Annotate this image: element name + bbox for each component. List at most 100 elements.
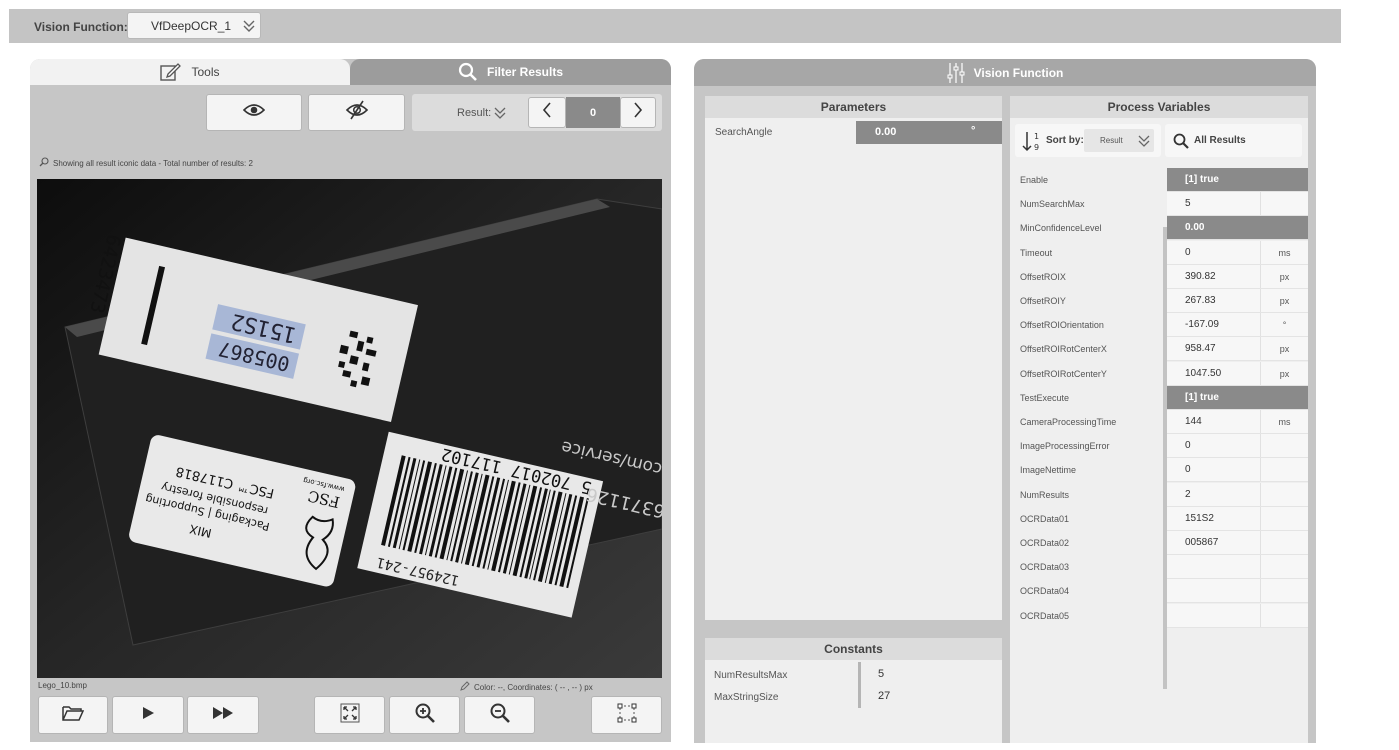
pv-unit <box>1260 531 1308 554</box>
process-variables-title: Process Variables <box>1010 96 1308 118</box>
pv-value-cell[interactable]: 144 ms <box>1167 410 1308 434</box>
pv-value: 390.82 <box>1185 270 1216 282</box>
pv-value: 0.00 <box>1185 222 1205 234</box>
vision-function-title: Vision Function <box>973 65 1064 80</box>
pv-value-cell[interactable]: 1047.50 px <box>1167 361 1308 386</box>
pv-value-cell[interactable] <box>1167 555 1308 580</box>
pv-name: Timeout <box>1020 247 1053 258</box>
hide-iconic-button[interactable] <box>308 94 405 131</box>
pv-value-cell[interactable]: -167.09 ° <box>1167 313 1308 338</box>
fast-forward-icon <box>212 706 234 725</box>
pv-value-cell[interactable]: 267.83 px <box>1167 289 1308 313</box>
vision-function-value: VfDeepOCR_1 <box>151 18 232 33</box>
result-index: 0 <box>566 97 620 128</box>
process-variable-row: OCRData02 005867 <box>1010 531 1308 555</box>
pv-unit: ° <box>1260 313 1308 337</box>
pv-value-cell[interactable]: 0 <box>1167 434 1308 459</box>
pv-name: ImageNettime <box>1020 465 1077 476</box>
sliders-icon <box>947 62 965 84</box>
pv-value: 5 <box>1185 198 1191 210</box>
pencil-icon <box>460 681 470 693</box>
pv-value-cell[interactable]: 390.82 px <box>1167 264 1308 289</box>
double-chevron-down-icon[interactable] <box>494 106 506 124</box>
show-iconic-button[interactable] <box>206 94 302 131</box>
pv-unit <box>1260 482 1308 506</box>
process-variables-panel: Process Variables 19 Sort by: Result All… <box>1010 96 1308 743</box>
pv-unit: px <box>1260 337 1308 361</box>
pv-value-cell[interactable] <box>1167 579 1308 604</box>
search-icon <box>39 157 49 169</box>
pv-name: OCRData04 <box>1020 586 1070 597</box>
all-results-filter[interactable]: All Results <box>1165 124 1302 157</box>
vision-function-select[interactable]: VfDeepOCR_1 <box>127 12 261 39</box>
pv-name: NumSearchMax <box>1020 199 1085 210</box>
pv-unit <box>1260 579 1308 603</box>
pv-name: OCRData01 <box>1020 513 1070 524</box>
fit-to-window-button[interactable] <box>314 696 385 734</box>
pv-value-cell[interactable]: 958.47 px <box>1167 337 1308 362</box>
zoom-out-icon <box>490 703 510 728</box>
pv-unit <box>1260 434 1308 458</box>
tab-tools[interactable]: Tools <box>30 59 350 85</box>
result-navigator: Result: 0 <box>412 94 662 131</box>
constants-title: Constants <box>705 638 1002 660</box>
pv-value-cell[interactable]: 005867 <box>1167 531 1308 555</box>
pv-name: OCRData03 <box>1020 562 1070 573</box>
chevron-right-icon <box>633 102 643 123</box>
pv-value-cell[interactable]: [1] true <box>1167 168 1308 192</box>
param-value-field[interactable]: 0.00 ° <box>856 121 1002 144</box>
pv-name: OffsetROIY <box>1020 296 1066 306</box>
chevron-left-icon <box>542 102 552 123</box>
sort-by-select[interactable]: Result <box>1084 129 1154 152</box>
vision-function-label: Vision Function: <box>34 20 128 34</box>
roi-selection-icon <box>617 703 637 728</box>
process-variable-row: MinConfidenceLevel 0.00 <box>1010 216 1308 241</box>
pv-value-cell[interactable]: 0.00 <box>1167 216 1308 241</box>
pixel-info: Color: --, Coordinates: ( -- , -- ) px <box>460 681 593 693</box>
tab-filter-results[interactable]: Filter Results <box>350 59 671 85</box>
roi-select-button[interactable] <box>591 696 662 734</box>
pv-value-cell[interactable]: 5 <box>1167 192 1308 217</box>
play-button[interactable] <box>112 696 184 734</box>
previous-result-button[interactable] <box>528 97 566 128</box>
fit-screen-icon <box>340 703 360 728</box>
all-results-label: All Results <box>1194 135 1246 146</box>
open-image-button[interactable] <box>38 696 108 734</box>
constant-name: MaxStringSize <box>714 692 779 703</box>
process-variable-row: OffsetROIY 267.83 px <box>1010 289 1308 313</box>
camera-image: 5 702017 117102 124957-241 MIX Packaging… <box>37 179 662 678</box>
pv-unit <box>1260 603 1308 627</box>
pv-value-cell[interactable]: 0 ms <box>1167 240 1308 265</box>
pv-value-cell[interactable]: 151S2 <box>1167 506 1308 531</box>
process-variable-row: CameraProcessingTime 144 ms <box>1010 410 1308 434</box>
pv-unit <box>1260 458 1308 482</box>
pv-value-cell[interactable]: [1] true <box>1167 385 1308 410</box>
zoom-in-button[interactable] <box>389 696 460 734</box>
pv-value: -167.09 <box>1185 319 1219 331</box>
pv-value-cell[interactable]: 0 <box>1167 458 1308 483</box>
pv-unit <box>1260 192 1308 216</box>
image-file-name: Lego_10.bmp <box>38 681 87 690</box>
pv-name: NumResults <box>1020 489 1070 500</box>
process-variable-row: ImageNettime 0 <box>1010 458 1308 483</box>
pv-name: TestExecute <box>1020 392 1070 403</box>
pv-unit: px <box>1260 289 1308 312</box>
process-variable-row: OCRData01 151S2 <box>1010 506 1308 531</box>
left-panel: Tools Filter Results Result: 0 Showing a… <box>30 59 671 742</box>
next-result-button[interactable] <box>620 97 656 128</box>
sort-numeric-icon: 19 <box>1021 130 1043 157</box>
fast-forward-button[interactable] <box>187 696 259 734</box>
image-view[interactable]: 5 702017 117102 124957-241 MIX Packaging… <box>37 179 662 678</box>
pv-name: Enable <box>1020 175 1049 185</box>
results-info-text: Showing all result iconic data - Total n… <box>53 158 253 168</box>
pv-value-cell[interactable] <box>1167 603 1308 628</box>
pv-name: ImageProcessingError <box>1020 441 1110 452</box>
vision-function-header: Vision Function <box>694 59 1316 86</box>
param-name: SearchAngle <box>715 127 773 138</box>
double-chevron-down-icon <box>243 19 255 36</box>
process-variable-row: OCRData04 <box>1010 579 1308 604</box>
svg-text:1: 1 <box>1034 132 1039 141</box>
pv-value-cell[interactable]: 2 <box>1167 482 1308 507</box>
zoom-out-button[interactable] <box>464 696 535 734</box>
play-icon <box>141 706 155 725</box>
